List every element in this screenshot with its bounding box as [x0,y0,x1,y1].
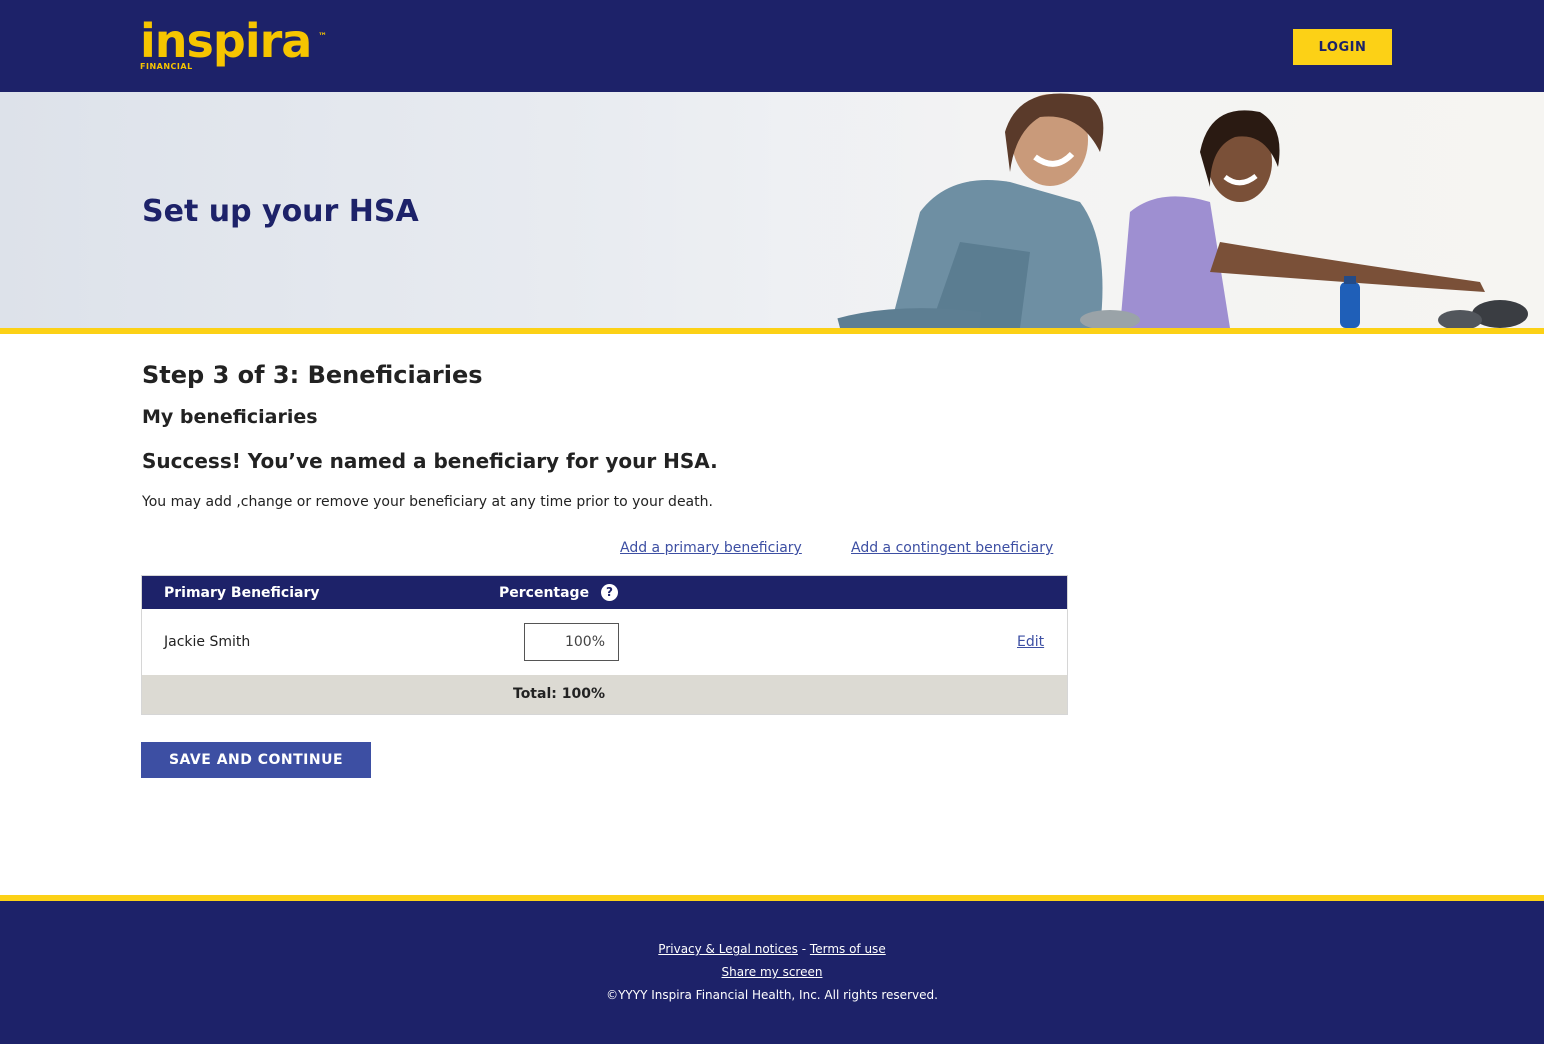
edit-beneficiary-link[interactable]: Edit [1017,634,1044,650]
hero-accent-bar [0,328,1544,334]
beneficiary-name: Jackie Smith [164,634,251,650]
step-title: Step 3 of 3: Beneficiaries [142,361,483,389]
top-header: inspira ™ FINANCIAL LOGIN [0,0,1544,92]
hero-image [780,92,1544,328]
table-row: Jackie Smith Edit [142,609,1067,675]
logo-wordmark: inspira [140,14,312,68]
save-and-continue-button[interactable]: SAVE AND CONTINUE [141,742,371,778]
beneficiary-table: Primary Beneficiary Percentage ? Jackie … [141,575,1068,715]
logo-trademark: ™ [318,32,327,42]
logo-subtext: FINANCIAL [140,62,193,71]
footer-legal-links: Privacy & Legal notices - Terms of use [0,942,1544,956]
success-message: Success! You’ve named a beneficiary for … [142,449,718,473]
table-header: Primary Beneficiary Percentage ? [142,576,1067,609]
hero-banner: Set up your HSA [0,92,1544,328]
footer-separator: - [801,942,810,956]
inspira-logo[interactable]: inspira ™ FINANCIAL [140,14,327,76]
column-header-beneficiary: Primary Beneficiary [164,585,320,601]
login-button[interactable]: LOGIN [1293,29,1392,65]
copyright-text: ©YYYY Inspira Financial Health, Inc. All… [606,988,938,1002]
add-primary-beneficiary-link[interactable]: Add a primary beneficiary [620,540,802,556]
help-icon[interactable]: ? [601,584,618,601]
description-text: You may add ,change or remove your benef… [142,494,713,510]
page-title: Set up your HSA [142,194,419,229]
total-percentage: Total: 100% [513,686,605,702]
section-title: My beneficiaries [142,406,318,428]
share-my-screen-link[interactable]: Share my screen [722,965,823,979]
percentage-input[interactable] [524,623,619,661]
privacy-legal-link[interactable]: Privacy & Legal notices [658,942,798,956]
add-contingent-beneficiary-link[interactable]: Add a contingent beneficiary [851,540,1053,556]
footer-share: Share my screen [0,965,1544,979]
page-footer: Privacy & Legal notices - Terms of use S… [0,901,1544,1044]
table-total-row: Total: 100% [142,675,1067,714]
terms-of-use-link[interactable]: Terms of use [810,942,886,956]
column-header-percentage: Percentage [499,585,590,601]
